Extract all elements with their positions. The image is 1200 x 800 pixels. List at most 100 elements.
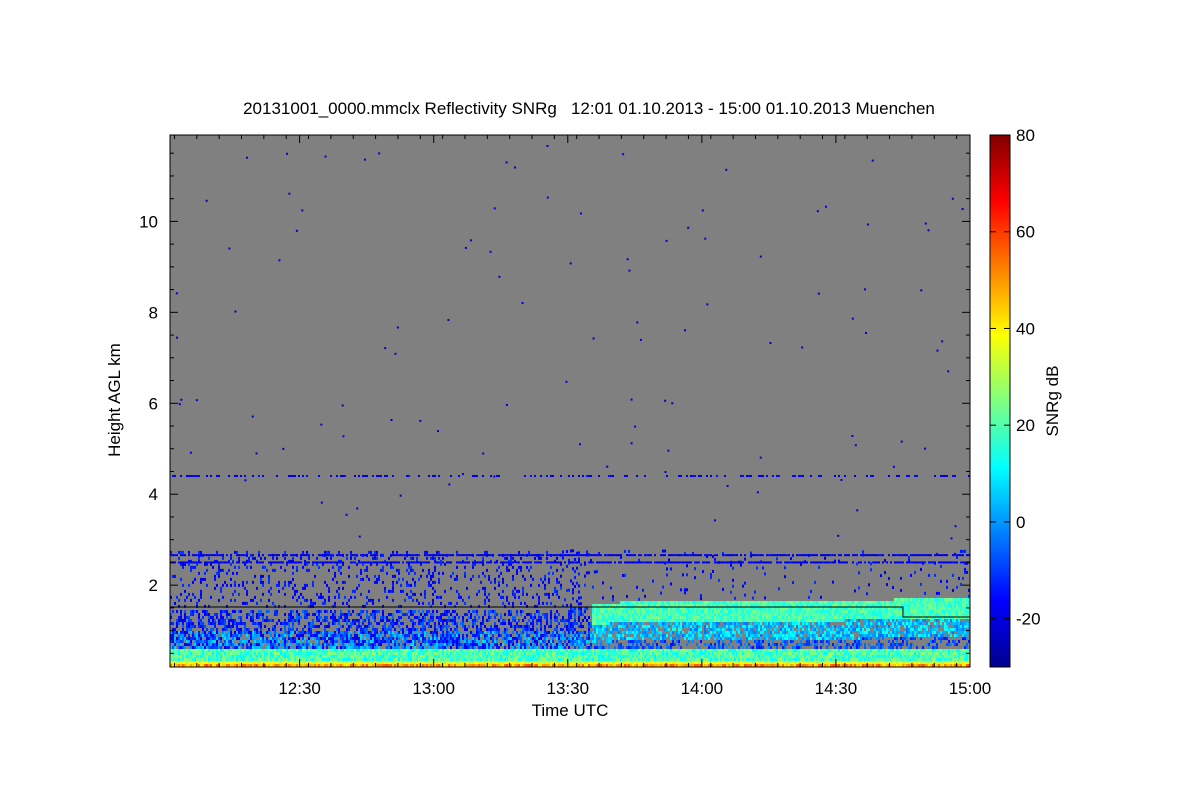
echo-cell: [276, 652, 278, 655]
echo-cell: [202, 640, 204, 643]
echo-cell: [568, 616, 570, 619]
echo-cell: [446, 655, 448, 658]
echo-cell: [304, 631, 306, 634]
echo-cell: [718, 631, 720, 634]
noise-cell: [556, 592, 558, 596]
echo-cell: [330, 616, 332, 619]
echo-cell: [374, 613, 376, 616]
echo-cell: [228, 622, 230, 625]
echo-cell: [512, 646, 514, 649]
echo-cell: [476, 634, 478, 637]
noise-cell: [230, 556, 232, 560]
echo-cell: [720, 610, 722, 613]
echo-cell: [314, 646, 316, 649]
noise-cell: [578, 572, 580, 576]
noise-cell: [276, 556, 278, 560]
echo-cell: [332, 658, 334, 661]
echo-cell: [366, 640, 368, 643]
noise-cell: [506, 556, 508, 560]
noise-cell: [550, 601, 552, 605]
echo-cell: [348, 637, 350, 640]
echo-cell: [716, 622, 718, 625]
echo-cell: [516, 649, 518, 652]
echo-cell: [674, 643, 676, 646]
echo-cell: [538, 619, 540, 622]
echo-cell: [256, 628, 258, 631]
echo-cell: [366, 646, 368, 649]
echo-cell: [624, 625, 626, 628]
echo-cell: [472, 640, 474, 643]
echo-cell: [544, 616, 546, 619]
echo-cell: [640, 622, 642, 625]
echo-cell: [338, 649, 340, 652]
echo-cell: [220, 658, 222, 661]
echo-cell: [216, 628, 218, 631]
echo-cell: [678, 625, 680, 628]
echo-cell: [542, 655, 544, 658]
noise-cell: [198, 598, 200, 602]
echo-cell: [632, 619, 634, 622]
echo-cell: [512, 661, 514, 664]
echo-cell: [618, 628, 620, 631]
echo-cell: [326, 655, 328, 658]
echo-cell: [556, 658, 558, 661]
echo-cell: [368, 646, 370, 649]
noise-cell: [516, 571, 518, 575]
echo-cell: [618, 661, 620, 664]
echo-cell: [494, 613, 496, 616]
noise-cell: [392, 565, 394, 569]
echo-cell: [644, 619, 646, 622]
echo-cell: [676, 649, 678, 652]
noise-cell: [172, 574, 174, 578]
noise-cell: [464, 601, 466, 605]
echo-cell: [568, 628, 570, 631]
echo-cell: [224, 646, 226, 649]
noise-cell: [348, 565, 350, 569]
echo-cell: [342, 619, 344, 622]
noise-cell: [436, 550, 438, 554]
echo-cell: [598, 646, 600, 649]
echo-cell: [336, 640, 338, 643]
echo-cell: [480, 625, 482, 628]
echo-cell: [286, 640, 288, 643]
echo-cell: [674, 628, 676, 631]
noise-cell: [288, 580, 290, 584]
echo-cell: [662, 634, 664, 637]
noise-cell: [432, 601, 434, 605]
echo-cell: [382, 610, 384, 613]
noise-cell: [182, 583, 184, 587]
echo-cell: [340, 646, 342, 649]
echo-cell: [490, 646, 492, 649]
echo-cell: [608, 658, 610, 661]
echo-cell: [568, 613, 570, 616]
echo-cell: [248, 646, 250, 649]
echo-cell: [358, 640, 360, 643]
echo-cell: [588, 628, 590, 631]
echo-cell: [298, 637, 300, 640]
echo-cell: [284, 640, 286, 643]
echo-cell: [532, 622, 534, 625]
echo-cell: [210, 640, 212, 643]
echo-cell: [214, 658, 216, 661]
echo-cell: [670, 601, 672, 604]
noise-cell: [262, 592, 264, 596]
echo-cell: [370, 640, 372, 643]
echo-cell: [700, 640, 702, 643]
echo-cell: [514, 655, 516, 658]
noise-cell: [230, 583, 232, 587]
echo-cell: [278, 649, 280, 652]
noise-cell: [568, 558, 570, 562]
echo-cell: [530, 646, 532, 649]
echo-cell: [226, 610, 228, 613]
echo-cell: [594, 622, 596, 625]
noise-cell: [548, 580, 550, 584]
noise-cell: [268, 589, 270, 593]
noise-cell: [502, 595, 504, 599]
echo-cell: [454, 640, 456, 643]
echo-cell: [526, 646, 528, 649]
echo-cell: [258, 658, 260, 661]
echo-cell: [300, 646, 302, 649]
echo-cell: [330, 634, 332, 637]
echo-cell: [612, 622, 614, 625]
noise-cell: [554, 586, 556, 590]
